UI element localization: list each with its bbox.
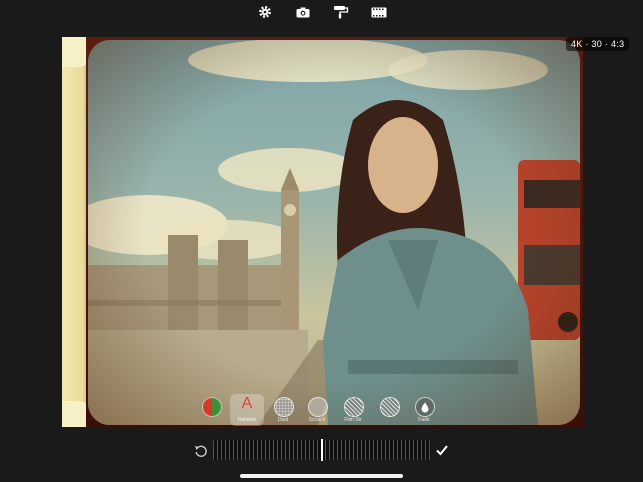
film-sprocket-edge bbox=[62, 37, 88, 427]
sprocket-hole-bottom bbox=[62, 401, 88, 427]
effect-filter-bar: A Halation Dust Scratch Film Str Fade bbox=[200, 394, 444, 426]
film-strength-icon bbox=[344, 397, 364, 417]
drop-icon bbox=[415, 397, 435, 417]
filter-scratch[interactable]: Scratch bbox=[300, 394, 334, 426]
scratch-icon bbox=[308, 397, 328, 417]
film-icon[interactable] bbox=[370, 5, 388, 19]
grain-icon bbox=[380, 397, 400, 417]
checkmark-icon[interactable] bbox=[435, 443, 449, 457]
color-swatch-icon bbox=[202, 397, 222, 417]
paint-roller-icon[interactable] bbox=[332, 5, 350, 19]
filter-fade[interactable]: Fade bbox=[407, 394, 441, 426]
filter-film-strength[interactable]: Film Str bbox=[336, 394, 370, 426]
adjustment-row bbox=[0, 438, 643, 464]
format-badge[interactable]: 4K · 30 · 4:3 bbox=[566, 37, 630, 51]
filter-label: Fade bbox=[418, 417, 430, 423]
reset-icon[interactable] bbox=[194, 444, 208, 458]
gear-icon[interactable] bbox=[256, 5, 274, 19]
filter-label: Film Str bbox=[344, 417, 362, 423]
home-indicator[interactable] bbox=[240, 474, 403, 478]
sprocket-hole-top bbox=[62, 37, 88, 67]
vignette-overlay bbox=[88, 40, 580, 425]
filter-grain[interactable] bbox=[372, 394, 406, 426]
preview-image bbox=[88, 40, 580, 425]
adjustment-slider[interactable] bbox=[213, 439, 431, 461]
top-toolbar bbox=[0, 0, 643, 30]
camera-viewfinder[interactable] bbox=[62, 37, 583, 427]
slider-indicator[interactable] bbox=[321, 439, 323, 461]
dust-icon bbox=[274, 397, 294, 417]
camera-icon[interactable] bbox=[294, 5, 312, 19]
halation-icon: A bbox=[241, 395, 253, 412]
filter-halation[interactable]: A Halation bbox=[230, 394, 264, 426]
filter-color[interactable] bbox=[194, 394, 228, 426]
filter-dust[interactable]: Dust bbox=[266, 394, 300, 426]
